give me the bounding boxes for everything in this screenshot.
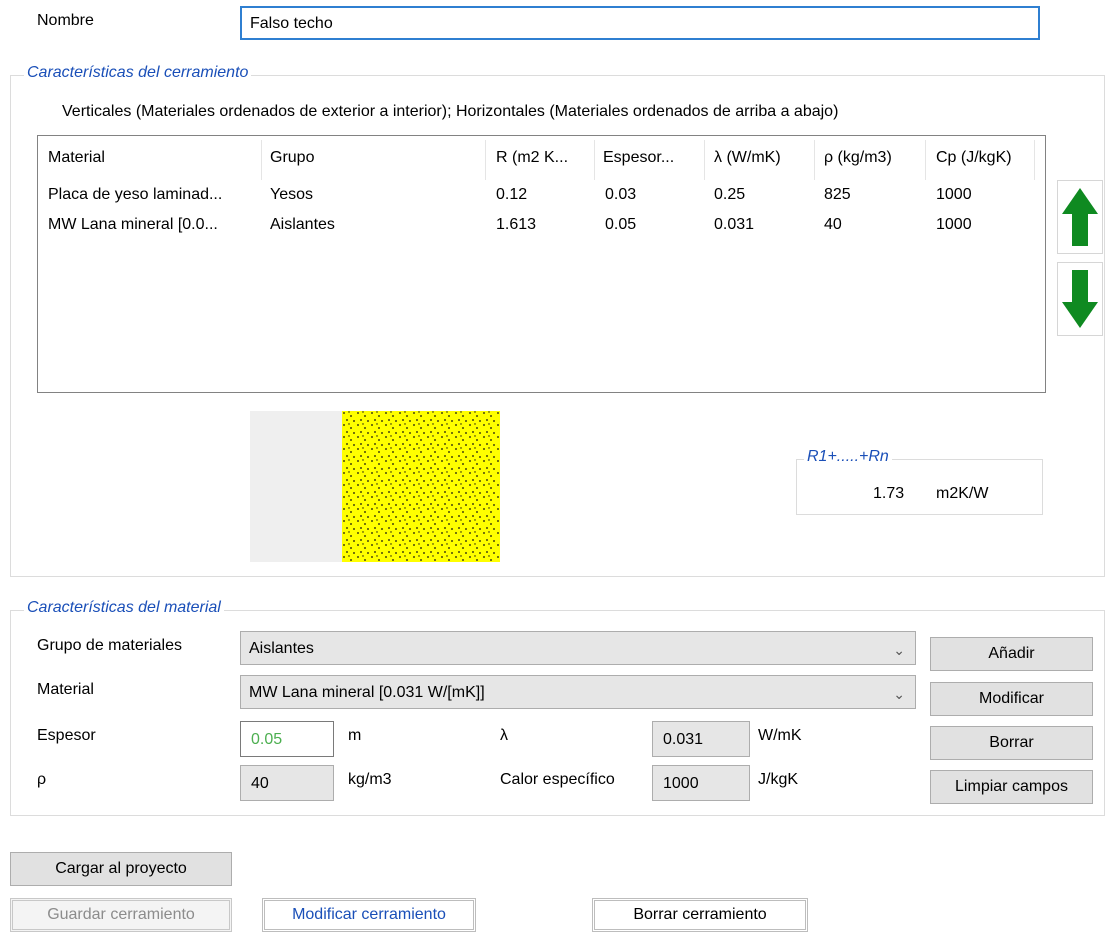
rho-unit: kg/m3 [348,771,392,788]
cp-label: Calor específico [500,771,615,788]
cell-espesor: 0.05 [605,216,637,233]
materials-list[interactable]: Material Grupo R (m2 K... Espesor... λ (… [37,135,1046,393]
save-enclosure-button[interactable]: Guardar cerramiento [10,898,232,932]
nombre-input[interactable]: Falso techo [240,6,1040,40]
cell-grupo: Aislantes [270,216,335,233]
cell-cp: 1000 [936,186,972,203]
lambda-label: λ [500,727,508,744]
cell-cp: 1000 [936,216,972,233]
column-separator [1034,140,1035,180]
layer-preview-yeso [250,411,342,562]
cerramiento-subtitle: Verticales (Materiales ordenados de exte… [62,103,839,120]
arrow-down-icon [1062,270,1098,328]
cerramiento-title: Características del cerramiento [24,64,252,82]
rsum-value: 1.73 [873,485,905,502]
cp-input[interactable]: 1000 [652,765,750,801]
arrow-up-icon [1062,188,1098,246]
col-header-lambda[interactable]: λ (W/mK) [714,149,781,167]
delete-button[interactable]: Borrar [930,726,1093,760]
rho-label: ρ [37,771,47,788]
cell-r: 0.12 [496,186,528,203]
cp-unit: J/kgK [758,771,799,788]
cell-lambda: 0.25 [714,186,746,203]
column-separator [925,140,926,180]
modify-button[interactable]: Modificar [930,682,1093,716]
cell-espesor: 0.03 [605,186,637,203]
col-header-rho[interactable]: ρ (kg/m3) [824,149,892,167]
rsum-title: R1+.....+Rn [804,448,892,466]
material-select[interactable]: MW Lana mineral [0.031 W/[mK]] ⌄ [240,675,916,709]
col-header-espesor[interactable]: Espesor... [603,149,674,167]
add-button[interactable]: Añadir [930,637,1093,671]
table-row[interactable]: Placa de yeso laminad... Yesos 0.12 0.03… [38,184,1045,210]
move-up-button[interactable] [1057,180,1103,254]
column-separator [704,140,705,180]
column-separator [814,140,815,180]
chevron-down-icon: ⌄ [893,686,905,702]
material-title: Características del material [24,599,224,617]
espesor-unit: m [348,727,362,744]
col-header-material[interactable]: Material [48,149,105,167]
column-separator [594,140,595,180]
lambda-input[interactable]: 0.031 [652,721,750,757]
column-separator [261,140,262,180]
col-header-grupo[interactable]: Grupo [270,149,314,167]
column-separator [485,140,486,180]
layer-preview-lana-mineral [342,411,500,562]
rsum-unit: m2K/W [936,485,989,502]
delete-enclosure-button[interactable]: Borrar cerramiento [592,898,808,932]
espesor-label: Espesor [37,727,96,744]
move-down-button[interactable] [1057,262,1103,336]
rsum-box [796,459,1043,515]
espesor-input[interactable]: 0.05 [240,721,334,757]
grupo-select[interactable]: Aislantes ⌄ [240,631,916,665]
cell-material: Placa de yeso laminad... [48,186,223,203]
cell-material: MW Lana mineral [0.0... [48,216,218,233]
table-row[interactable]: MW Lana mineral [0.0... Aislantes 1.613 … [38,214,1045,240]
material-select-value: MW Lana mineral [0.031 W/[mK]] [249,684,485,701]
grupo-label: Grupo de materiales [37,637,182,654]
cell-rho: 825 [824,186,851,203]
material-label: Material [37,681,94,698]
rho-input[interactable]: 40 [240,765,334,801]
cell-r: 1.613 [496,216,537,233]
cell-lambda: 0.031 [714,216,755,233]
load-to-project-button[interactable]: Cargar al proyecto [10,852,232,886]
chevron-down-icon: ⌄ [893,642,905,658]
clear-fields-button[interactable]: Limpiar campos [930,770,1093,804]
grupo-select-value: Aislantes [249,640,314,657]
cell-rho: 40 [824,216,842,233]
modify-enclosure-button[interactable]: Modificar cerramiento [262,898,476,932]
nombre-label: Nombre [37,12,94,29]
lambda-unit: W/mK [758,727,802,744]
col-header-r[interactable]: R (m2 K... [496,149,568,167]
cell-grupo: Yesos [270,186,313,203]
col-header-cp[interactable]: Cp (J/kgK) [936,149,1012,167]
